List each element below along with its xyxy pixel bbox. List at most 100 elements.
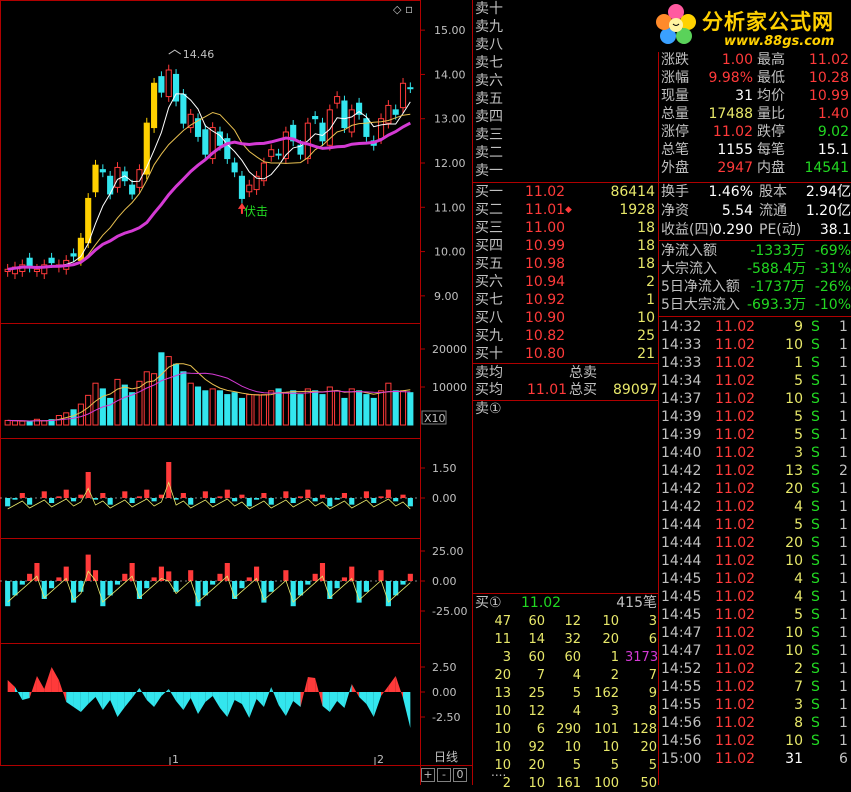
ind3-area bbox=[344, 684, 352, 708]
stat-value: 10.99 bbox=[808, 88, 849, 104]
ind2-bar bbox=[305, 581, 311, 585]
queue-cell: 10 bbox=[494, 704, 511, 719]
volume-bar bbox=[319, 394, 326, 426]
volume-bar bbox=[290, 390, 297, 426]
tick-price: 11.02 bbox=[715, 571, 756, 587]
tick-side: S bbox=[811, 625, 820, 641]
queue-cell: 92 bbox=[528, 740, 545, 755]
candle-body bbox=[158, 76, 165, 93]
queue-more[interactable]: .... bbox=[491, 764, 506, 781]
buy-level-price: 10.80 bbox=[525, 346, 566, 362]
buy-level-price: 10.94 bbox=[525, 274, 566, 290]
volume-bar bbox=[326, 386, 333, 426]
buy-level-price: 10.99 bbox=[525, 238, 566, 254]
candle-body bbox=[334, 96, 341, 104]
zoom-out-button[interactable]: - bbox=[437, 768, 451, 782]
tick-time: 14:33 bbox=[661, 355, 702, 371]
candle-body bbox=[85, 197, 92, 244]
queue-cell: 20 bbox=[528, 758, 545, 773]
stat-value: 2947 bbox=[717, 160, 753, 176]
tick-count: 1 bbox=[839, 517, 848, 533]
ind3-area bbox=[388, 676, 396, 692]
buy-queue-label[interactable]: 买① bbox=[475, 595, 502, 612]
candle-body bbox=[107, 175, 114, 195]
zoom-in-button[interactable]: + bbox=[421, 768, 435, 782]
close-icon[interactable]: ▫ bbox=[405, 2, 413, 16]
tick-volume: 1 bbox=[794, 355, 803, 371]
ind3-area bbox=[307, 677, 316, 692]
ind2-axis-label: 0.00 bbox=[432, 575, 457, 588]
ind3-area bbox=[117, 692, 125, 717]
ind2-bar bbox=[5, 581, 11, 607]
kline-chart-area[interactable]: 15.00 14.00 13.00 12.00 11.00 10.00 9.00 14.46 伏… bbox=[0, 0, 472, 785]
queue-cell: 10 bbox=[602, 614, 619, 629]
tick-volume: 13 bbox=[785, 463, 803, 479]
flow-label: 5日净流入额 bbox=[661, 279, 740, 295]
tick-volume: 4 bbox=[794, 499, 803, 515]
ind2-bar bbox=[122, 573, 128, 581]
total-sell-label: 总卖 bbox=[569, 365, 597, 381]
ind1-bar bbox=[385, 489, 391, 498]
tick-side: S bbox=[811, 355, 820, 371]
queue-cell: 10 bbox=[602, 740, 619, 755]
kline-chart-svg[interactable]: 15.0014.0013.0012.0011.0010.009.0014.46伏… bbox=[0, 0, 472, 785]
ind1-bar bbox=[210, 498, 216, 503]
ind3-area bbox=[102, 692, 111, 710]
queue-cell: 4 bbox=[572, 704, 581, 719]
ind3-area bbox=[14, 687, 23, 700]
ind2-bar bbox=[27, 573, 33, 581]
ind1-bar bbox=[400, 494, 406, 498]
tick-count: 1 bbox=[839, 337, 848, 353]
ind2-bar bbox=[393, 581, 399, 596]
volume-axis-label: 10000 bbox=[432, 381, 467, 394]
flow-label: 大宗流入 bbox=[661, 261, 717, 277]
tick-time: 14:55 bbox=[661, 697, 702, 713]
reset-button[interactable]: 0 bbox=[453, 768, 467, 782]
ind1-bar bbox=[129, 498, 135, 503]
queue-cell: 5 bbox=[572, 686, 581, 701]
ind2-bar bbox=[12, 581, 18, 596]
queue-cell: 5 bbox=[648, 758, 657, 773]
tick-count: 1 bbox=[839, 607, 848, 623]
volume-bar bbox=[202, 390, 209, 426]
volume-bar bbox=[341, 397, 348, 426]
tick-time: 14:56 bbox=[661, 733, 702, 749]
stat-value: 38.1 bbox=[819, 222, 851, 238]
tick-volume: 8 bbox=[794, 715, 803, 731]
sell-level-label: 卖七 bbox=[475, 55, 503, 71]
tick-volume: 10 bbox=[785, 553, 803, 569]
volume-bar bbox=[231, 392, 238, 426]
tick-time: 14:39 bbox=[661, 427, 702, 443]
ind1-bar bbox=[393, 498, 399, 502]
tick-time: 14:39 bbox=[661, 409, 702, 425]
tick-price: 11.02 bbox=[715, 643, 756, 659]
tick-side: S bbox=[811, 715, 820, 731]
price-axis-label: 10.00 bbox=[434, 246, 466, 259]
tick-price: 11.02 bbox=[715, 607, 756, 623]
stat-label: 最低 bbox=[757, 70, 785, 86]
tick-side: S bbox=[811, 643, 820, 659]
queue-cell: 47 bbox=[494, 614, 511, 629]
ind2-bar bbox=[92, 570, 99, 581]
volume-bar bbox=[11, 420, 19, 426]
tick-count: 1 bbox=[839, 499, 848, 515]
period-label[interactable]: 日线 bbox=[420, 748, 472, 765]
stat-label: 内盘 bbox=[757, 160, 785, 176]
tick-side: S bbox=[811, 463, 820, 479]
buy-level-label: 买四 bbox=[475, 238, 503, 254]
stat-value: 17488 bbox=[708, 106, 753, 122]
ind3-area bbox=[271, 687, 279, 705]
candle-body bbox=[129, 184, 136, 195]
sell-queue-label[interactable]: 卖① bbox=[475, 401, 502, 418]
high-marker bbox=[168, 49, 182, 55]
tick-volume: 31 bbox=[785, 751, 803, 767]
tick-count: 1 bbox=[839, 535, 848, 551]
diamond-icon[interactable]: ◇ bbox=[393, 3, 401, 16]
tick-volume: 5 bbox=[794, 427, 803, 443]
queue-cell: 32 bbox=[564, 632, 581, 647]
ind2-bar bbox=[166, 571, 172, 581]
buy-level-volume: 1 bbox=[646, 292, 655, 308]
stat-value: 1155 bbox=[717, 142, 753, 158]
ind3-area bbox=[168, 689, 177, 701]
candle-body bbox=[70, 253, 77, 257]
